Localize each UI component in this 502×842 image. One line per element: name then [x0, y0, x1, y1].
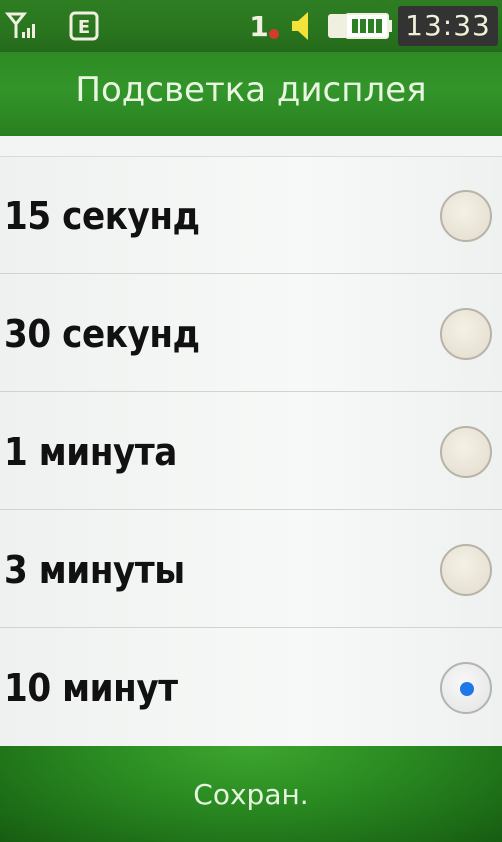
radio-button[interactable]	[440, 190, 492, 242]
speaker-icon	[286, 8, 318, 44]
options-list: 15 секунд 30 секунд 1 минута 3 минуты 10…	[0, 136, 502, 746]
radio-button[interactable]	[440, 308, 492, 360]
radio-selected-dot	[460, 682, 474, 696]
sim-slot-icon: 1	[246, 8, 282, 44]
option-label: 3 минуты	[4, 548, 185, 592]
battery-icon	[326, 10, 394, 42]
option-label: 15 секунд	[4, 194, 200, 238]
radio-button[interactable]	[440, 544, 492, 596]
status-bar: E 1 13:33	[0, 0, 502, 52]
radio-button[interactable]	[440, 426, 492, 478]
radio-button-selected[interactable]	[440, 662, 492, 714]
list-top-strip	[0, 136, 502, 157]
option-label: 10 минут	[4, 666, 178, 710]
signal-icon	[4, 8, 40, 44]
clock: 13:33	[398, 6, 498, 46]
option-row[interactable]: 30 секунд	[0, 274, 502, 392]
save-button[interactable]: Сохран.	[151, 764, 351, 824]
edge-network-icon: E	[68, 10, 100, 42]
title-bar: Подсветка дисплея	[0, 52, 502, 136]
option-label: 1 минута	[4, 430, 177, 474]
option-row[interactable]: 1 минута	[0, 392, 502, 510]
sim-slot-number: 1	[249, 10, 268, 43]
option-row[interactable]: 3 минуты	[0, 510, 502, 628]
option-row[interactable]: 10 минут	[0, 628, 502, 746]
option-label: 30 секунд	[4, 312, 200, 356]
option-row[interactable]: 15 секунд	[0, 156, 502, 274]
softkey-bar: Сохран.	[0, 746, 502, 842]
network-type-text: E	[78, 17, 90, 38]
page-title: Подсветка дисплея	[75, 70, 427, 110]
